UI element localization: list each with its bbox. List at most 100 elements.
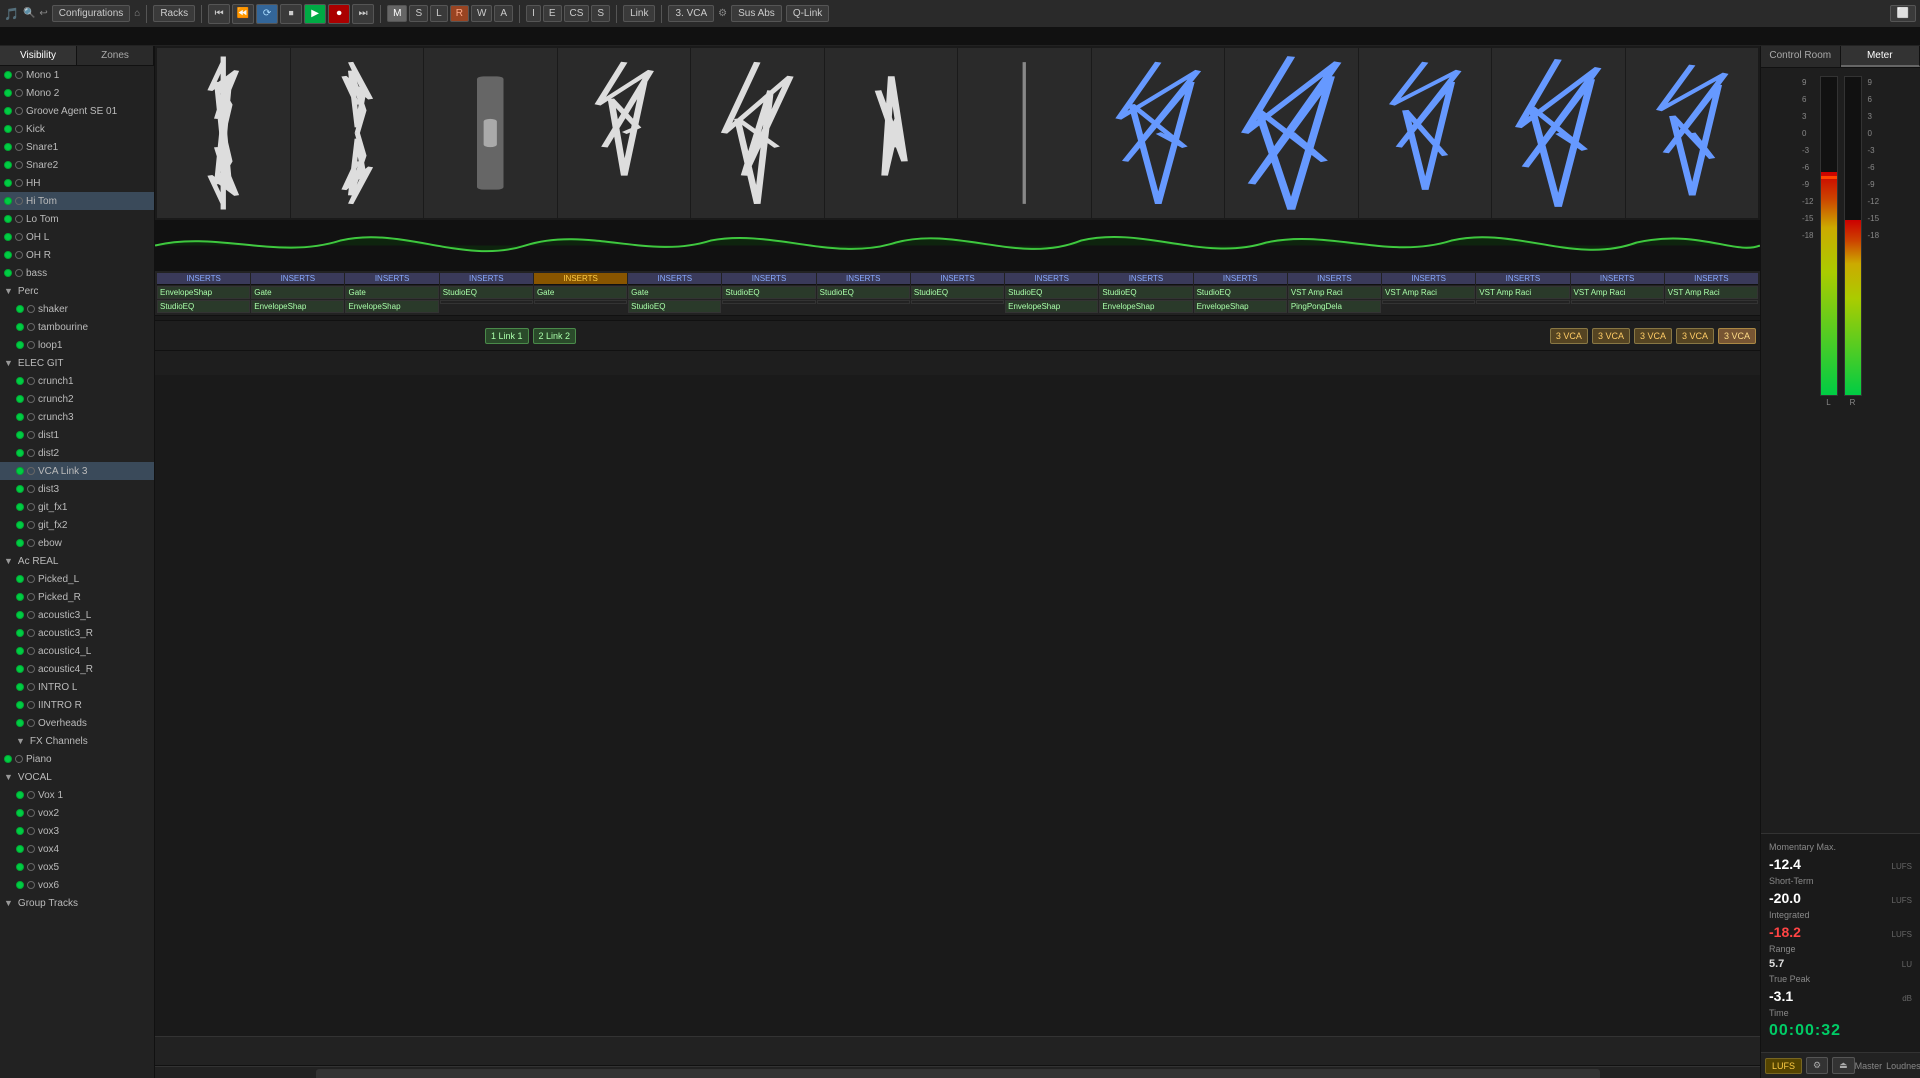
insert-slot-6-1[interactable]	[722, 300, 815, 304]
visibility-dot[interactable]	[4, 125, 12, 133]
sidebar-item-oh-l[interactable]: OH L	[0, 228, 154, 246]
visibility-dot[interactable]	[16, 323, 24, 331]
visibility-dot2[interactable]	[27, 467, 35, 475]
visibility-dot2[interactable]	[27, 611, 35, 619]
sidebar-item-group-tracks[interactable]: ▼Group Tracks	[0, 894, 154, 912]
visibility-dot2[interactable]	[15, 71, 23, 79]
bottom-scrollbar[interactable]	[155, 1066, 1760, 1078]
insert-slot-3-0[interactable]: StudioEQ	[440, 286, 533, 299]
sidebar-item-snare2[interactable]: Snare2	[0, 156, 154, 174]
insert-slot-8-0[interactable]: StudioEQ	[911, 286, 1004, 299]
sidebar-item-dist2[interactable]: dist2	[0, 444, 154, 462]
insert-slot-2-1[interactable]: EnvelopeShap	[345, 300, 438, 313]
sidebar-item-vox3[interactable]: vox3	[0, 822, 154, 840]
stop-button[interactable]: ⏹	[280, 4, 302, 24]
visibility-dot[interactable]	[16, 539, 24, 547]
visibility-dot[interactable]	[16, 611, 24, 619]
visibility-dot2[interactable]	[27, 305, 35, 313]
insert-slot-5-1[interactable]: StudioEQ	[628, 300, 721, 313]
q-link-button[interactable]: Q-Link	[786, 5, 829, 22]
visibility-dot2[interactable]	[27, 881, 35, 889]
sidebar-item-vox-1[interactable]: Vox 1	[0, 786, 154, 804]
sidebar-item-dist1[interactable]: dist1	[0, 426, 154, 444]
visibility-dot2[interactable]	[27, 845, 35, 853]
visibility-dot[interactable]	[4, 107, 12, 115]
visibility-dot[interactable]	[4, 143, 12, 151]
sidebar-item-picked_r[interactable]: Picked_R	[0, 588, 154, 606]
visibility-dot2[interactable]	[15, 143, 23, 151]
visibility-dot[interactable]	[16, 863, 24, 871]
insert-slot-0-0[interactable]: EnvelopeShap	[157, 286, 250, 299]
insert-slot-14-0[interactable]: VST Amp Raci	[1476, 286, 1569, 299]
sidebar-item-vox6[interactable]: vox6	[0, 876, 154, 894]
visibility-dot2[interactable]	[27, 683, 35, 691]
visibility-dot2[interactable]	[27, 719, 35, 727]
insert-slot-9-1[interactable]: EnvelopeShap	[1005, 300, 1098, 313]
tab-meter[interactable]: Meter	[1841, 46, 1920, 67]
visibility-dot2[interactable]	[15, 179, 23, 187]
visibility-dot2[interactable]	[27, 593, 35, 601]
tab-visibility[interactable]: Visibility	[0, 46, 77, 65]
sidebar-item-mono-1[interactable]: Mono 1	[0, 66, 154, 84]
insert-slot-14-1[interactable]	[1476, 300, 1569, 304]
sidebar-item-acoustic3_l[interactable]: acoustic3_L	[0, 606, 154, 624]
visibility-dot2[interactable]	[15, 755, 23, 763]
visibility-dot[interactable]	[16, 413, 24, 421]
visibility-dot2[interactable]	[27, 413, 35, 421]
visibility-dot[interactable]	[16, 629, 24, 637]
mode-e[interactable]: E	[543, 5, 562, 22]
sidebar-item-ac-real[interactable]: ▼Ac REAL	[0, 552, 154, 570]
insert-slot-15-1[interactable]	[1571, 300, 1664, 304]
insert-slot-5-0[interactable]: Gate	[628, 286, 721, 299]
sidebar-item-hh[interactable]: HH	[0, 174, 154, 192]
visibility-dot[interactable]	[4, 197, 12, 205]
link-button[interactable]: Link	[623, 5, 655, 22]
sidebar-item-hi-tom[interactable]: Hi Tom	[0, 192, 154, 210]
visibility-dot[interactable]	[16, 665, 24, 673]
search-icon[interactable]: 🔍	[23, 8, 35, 19]
visibility-dot2[interactable]	[27, 809, 35, 817]
visibility-dot[interactable]	[16, 467, 24, 475]
visibility-dot[interactable]	[16, 341, 24, 349]
insert-slot-15-0[interactable]: VST Amp Raci	[1571, 286, 1664, 299]
visibility-dot[interactable]	[16, 791, 24, 799]
visibility-dot2[interactable]	[27, 503, 35, 511]
sidebar-item-acoustic4_r[interactable]: acoustic4_R	[0, 660, 154, 678]
mode-a[interactable]: A	[494, 5, 513, 22]
visibility-dot[interactable]	[16, 449, 24, 457]
fast-rewind-button[interactable]: ⏪	[232, 4, 254, 24]
sidebar-item-shaker[interactable]: shaker	[0, 300, 154, 318]
visibility-dot2[interactable]	[27, 665, 35, 673]
insert-slot-9-0[interactable]: StudioEQ	[1005, 286, 1098, 299]
visibility-dot2[interactable]	[15, 107, 23, 115]
link2-button[interactable]: 2 Link 2	[533, 328, 577, 344]
sidebar-item-groove-agent-se-01[interactable]: Groove Agent SE 01	[0, 102, 154, 120]
insert-slot-7-0[interactable]: StudioEQ	[817, 286, 910, 299]
insert-slot-12-0[interactable]: VST Amp Raci	[1288, 286, 1381, 299]
sidebar-item-vca-link-3[interactable]: VCA Link 3	[0, 462, 154, 480]
sidebar-item-acoustic4_l[interactable]: acoustic4_L	[0, 642, 154, 660]
visibility-dot[interactable]	[16, 701, 24, 709]
insert-slot-3-1[interactable]	[440, 300, 533, 304]
visibility-dot2[interactable]	[15, 251, 23, 259]
visibility-dot[interactable]	[16, 305, 24, 313]
visibility-dot2[interactable]	[27, 647, 35, 655]
sidebar-item-tambourine[interactable]: tambourine	[0, 318, 154, 336]
insert-slot-1-1[interactable]: EnvelopeShap	[251, 300, 344, 313]
visibility-dot[interactable]	[16, 647, 24, 655]
visibility-dot[interactable]	[16, 431, 24, 439]
visibility-dot[interactable]	[4, 89, 12, 97]
visibility-dot[interactable]	[4, 215, 12, 223]
sidebar-item-acoustic3_r[interactable]: acoustic3_R	[0, 624, 154, 642]
insert-slot-8-1[interactable]	[911, 300, 1004, 304]
insert-slot-0-1[interactable]: StudioEQ	[157, 300, 250, 313]
insert-slot-16-0[interactable]: VST Amp Raci	[1665, 286, 1758, 299]
insert-slot-13-1[interactable]	[1382, 300, 1475, 304]
vca1-button[interactable]: 3 VCA	[1550, 328, 1588, 344]
insert-slot-4-0[interactable]: Gate	[534, 286, 627, 299]
maximize-button[interactable]: ⬜	[1890, 5, 1916, 22]
home-icon[interactable]: ⌂	[134, 8, 140, 19]
sidebar-item-vox4[interactable]: vox4	[0, 840, 154, 858]
visibility-dot2[interactable]	[15, 269, 23, 277]
visibility-dot[interactable]	[16, 575, 24, 583]
